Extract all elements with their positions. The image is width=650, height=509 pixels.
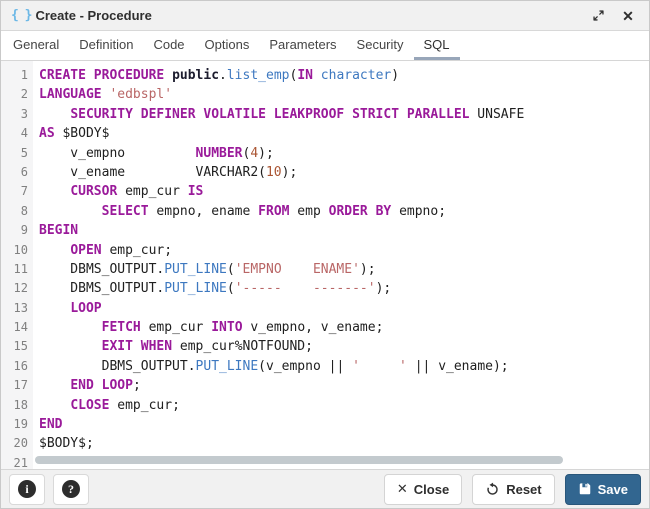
line-number: 4 [1, 124, 33, 143]
code-line: LANGUAGE 'edbspl' [39, 85, 649, 104]
line-number: 10 [1, 241, 33, 260]
info-button[interactable]: i [9, 474, 45, 505]
code-line: CURSOR emp_cur IS [39, 182, 649, 201]
code-line: END [39, 415, 649, 434]
tab-parameters[interactable]: Parameters [259, 31, 346, 60]
maximize-icon[interactable] [587, 5, 609, 27]
save-button-label: Save [598, 482, 628, 497]
line-number: 20 [1, 434, 33, 453]
line-number: 13 [1, 299, 33, 318]
help-icon: ? [62, 480, 80, 498]
line-number: 12 [1, 279, 33, 298]
code-line: LOOP [39, 299, 649, 318]
line-number: 2 [1, 85, 33, 104]
dialog-title: Create - Procedure [35, 8, 151, 23]
close-button-label: Close [414, 482, 449, 497]
code-line: CREATE PROCEDURE public.list_emp(IN char… [39, 66, 649, 85]
code-line: SECURITY DEFINER VOLATILE LEAKPROOF STRI… [39, 105, 649, 124]
code-line: FETCH emp_cur INTO v_empno, v_ename; [39, 318, 649, 337]
code-line: $BODY$; [39, 434, 649, 453]
code-line: CLOSE emp_cur; [39, 396, 649, 415]
tab-bar: GeneralDefinitionCodeOptionsParametersSe… [1, 31, 649, 61]
line-number: 1 [1, 66, 33, 85]
line-number: 18 [1, 396, 33, 415]
save-button[interactable]: Save [565, 474, 641, 505]
procedure-icon: { } [11, 8, 31, 23]
code-line: BEGIN [39, 221, 649, 240]
close-x-icon: ✕ [397, 481, 408, 497]
line-number: 19 [1, 415, 33, 434]
help-button[interactable]: ? [53, 474, 89, 505]
code-line: v_empno NUMBER(4); [39, 144, 649, 163]
save-icon [578, 482, 592, 496]
close-icon[interactable]: ✕ [617, 5, 639, 27]
editor-code[interactable]: CREATE PROCEDURE public.list_emp(IN char… [33, 61, 649, 471]
line-number: 5 [1, 144, 33, 163]
dialog-footer: i ? ✕ Close Reset Save [1, 469, 649, 508]
line-number: 8 [1, 202, 33, 221]
reset-icon [485, 482, 500, 497]
line-number: 15 [1, 337, 33, 356]
close-button[interactable]: ✕ Close [384, 474, 462, 505]
code-line: DBMS_OUTPUT.PUT_LINE(v_empno || ' ' || v… [39, 357, 649, 376]
line-number: 14 [1, 318, 33, 337]
line-number: 6 [1, 163, 33, 182]
editor-gutter: 123456789101112131415161718192021 [1, 61, 33, 471]
tab-options[interactable]: Options [195, 31, 260, 60]
code-line: DBMS_OUTPUT.PUT_LINE('EMPNO ENAME'); [39, 260, 649, 279]
line-number: 3 [1, 105, 33, 124]
reset-button-label: Reset [506, 482, 541, 497]
code-line: END LOOP; [39, 376, 649, 395]
dialog-header: { } Create - Procedure ✕ [1, 1, 649, 31]
line-number: 9 [1, 221, 33, 240]
code-line: EXIT WHEN emp_cur%NOTFOUND; [39, 337, 649, 356]
code-line: v_ename VARCHAR2(10); [39, 163, 649, 182]
tab-general[interactable]: General [3, 31, 69, 60]
line-number: 16 [1, 357, 33, 376]
sql-editor[interactable]: 123456789101112131415161718192021 CREATE… [1, 61, 649, 471]
horizontal-scrollbar[interactable] [35, 456, 563, 464]
line-number: 17 [1, 376, 33, 395]
info-icon: i [18, 480, 36, 498]
tab-security[interactable]: Security [347, 31, 414, 60]
code-line: SELECT empno, ename FROM emp ORDER BY em… [39, 202, 649, 221]
tab-code[interactable]: Code [143, 31, 194, 60]
code-line: OPEN emp_cur; [39, 241, 649, 260]
reset-button[interactable]: Reset [472, 474, 554, 505]
code-line: AS $BODY$ [39, 124, 649, 143]
line-number: 7 [1, 182, 33, 201]
tab-sql[interactable]: SQL [414, 31, 460, 60]
code-line: DBMS_OUTPUT.PUT_LINE('----- -------'); [39, 279, 649, 298]
tab-definition[interactable]: Definition [69, 31, 143, 60]
line-number: 11 [1, 260, 33, 279]
